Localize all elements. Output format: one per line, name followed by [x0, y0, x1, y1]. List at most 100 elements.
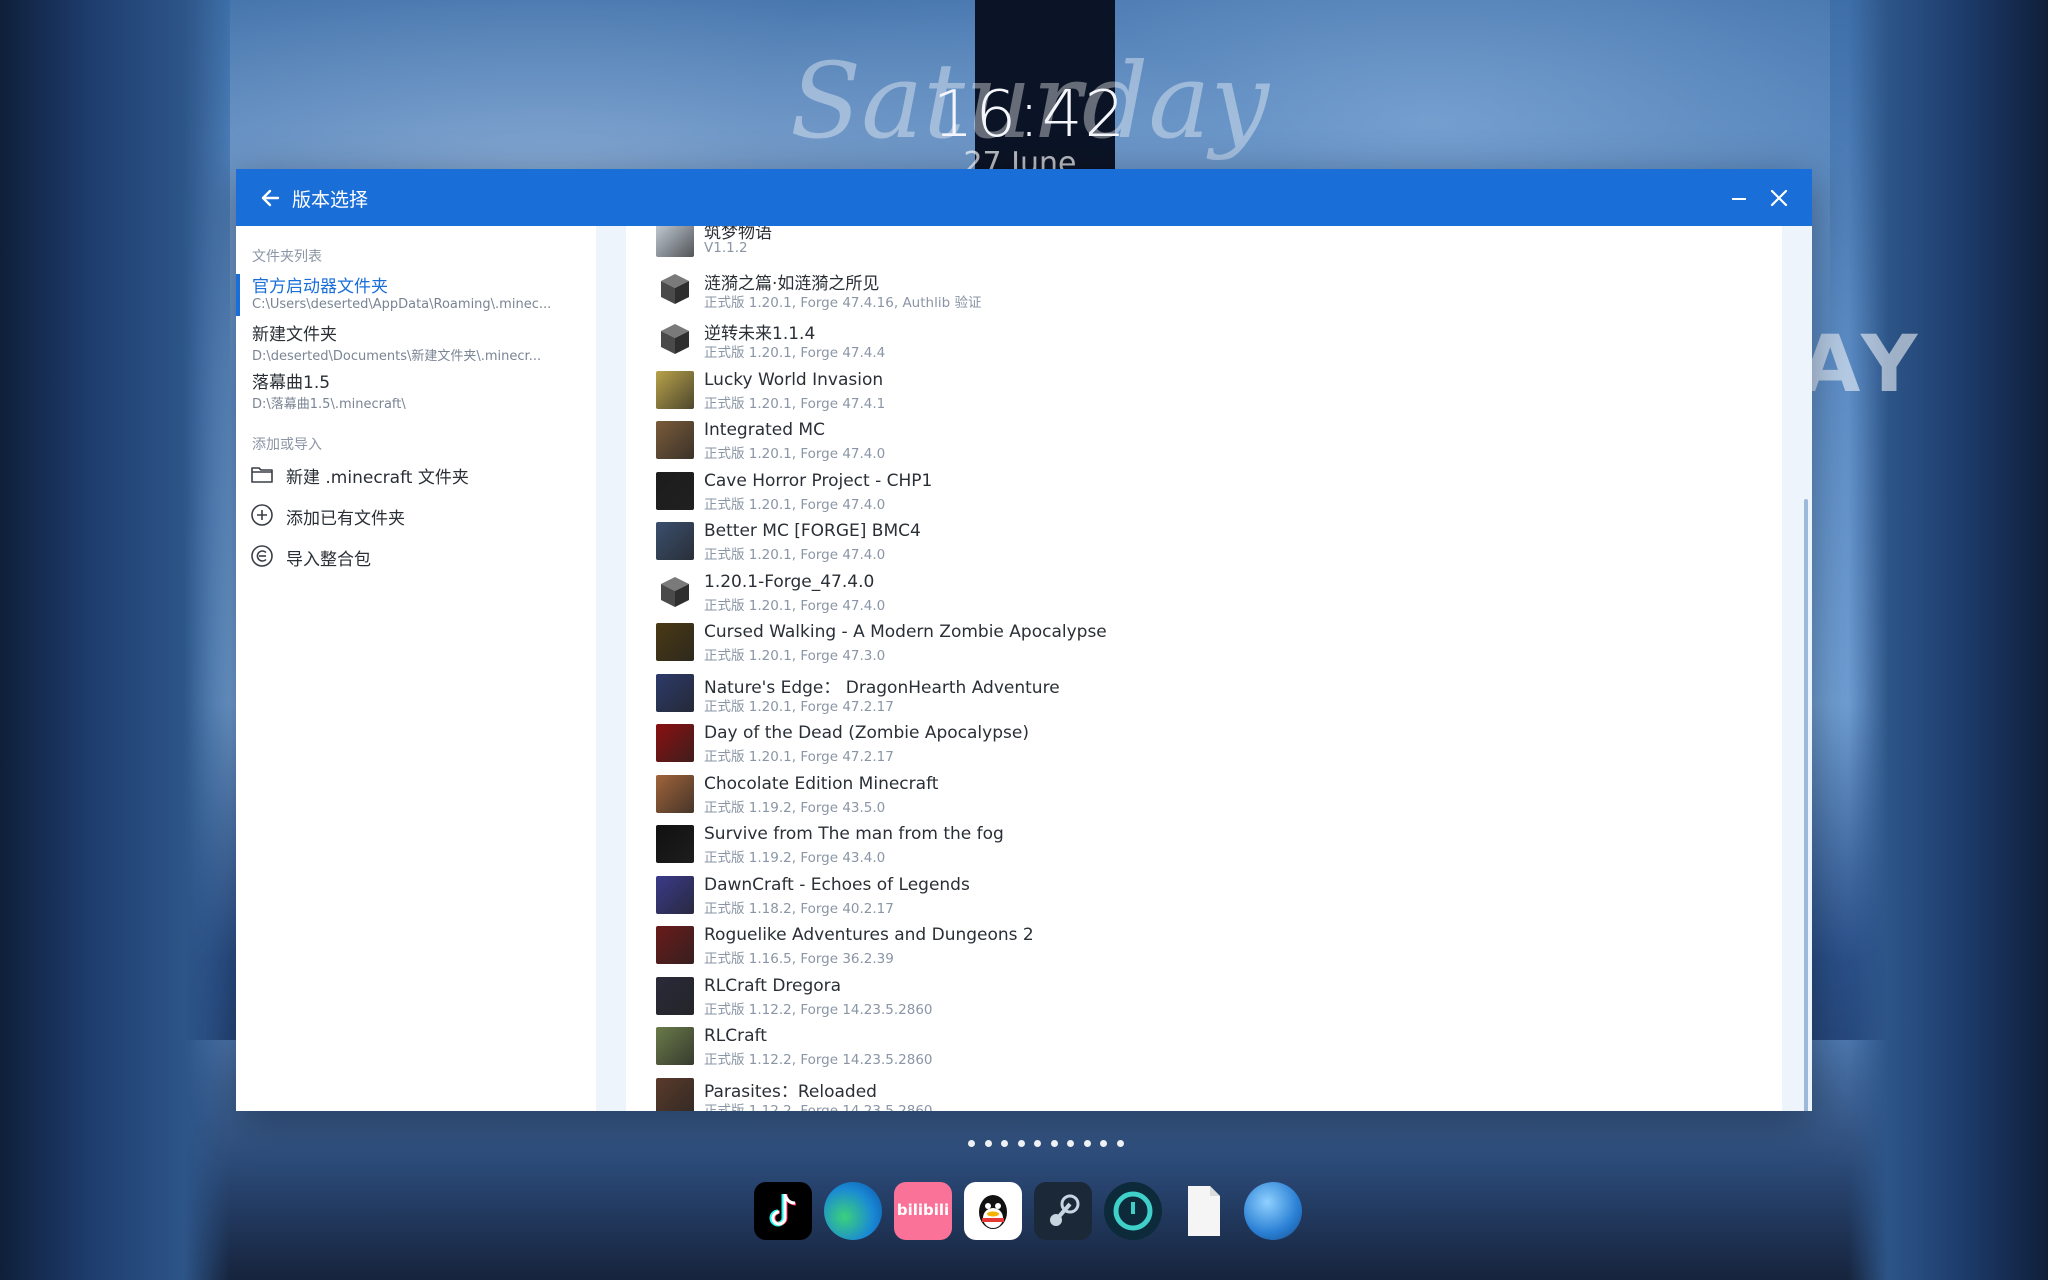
arrow-left-icon	[261, 189, 280, 207]
version-row[interactable]: 涟漪之篇·如涟漪之所见 正式版 1.20.1, Forge 47.4.16, Au…	[656, 265, 1756, 315]
folders-section-label: 文件夹列表	[252, 249, 322, 265]
modpack-thumb-icon	[656, 976, 694, 1015]
version-row[interactable]: RLCraft 正式版 1.12.2, Forge 14.23.5.2860	[656, 1022, 1756, 1072]
add-existing-folder-button[interactable]: 添加已有文件夹	[250, 501, 580, 531]
version-list: 筑梦物语 V1.1.2 涟漪之篇·如涟漪之所见 正式版 1.20.1, Forge 4…	[626, 226, 1782, 1111]
scrollbar[interactable]	[1804, 499, 1808, 1111]
page-dot[interactable]	[968, 1140, 975, 1147]
wallpaper-side-text: AY	[1800, 320, 1926, 410]
version-name: Roguelike Adventures and Dungeons 2	[704, 925, 1034, 945]
modpack-thumb-icon	[656, 673, 694, 712]
ring-app-icon[interactable]	[1104, 1182, 1162, 1240]
modpack-thumb-icon	[656, 623, 694, 661]
version-row[interactable]: 逆转未来1.1.4 正式版 1.20.1, Forge 47.4.4	[656, 315, 1756, 365]
version-row[interactable]: Survive from The man from the fog 正式版 1.1…	[656, 820, 1756, 870]
version-row[interactable]: Better MC [FORGE] BMC4 正式版 1.20.1, Forge …	[656, 517, 1756, 567]
page-dot[interactable]	[1034, 1140, 1042, 1147]
version-details: 正式版 1.12.2, Forge 14.23.5.2860	[704, 1001, 933, 1018]
version-name: RLCraft	[704, 1026, 767, 1046]
version-details: 正式版 1.19.2, Forge 43.4.0	[704, 850, 886, 866]
version-details: 正式版 1.20.1, Forge 47.4.0	[704, 597, 886, 614]
version-row[interactable]: Nature's Edge： DragonHearth Adventure 正式版…	[656, 669, 1756, 719]
forge-block-icon	[656, 320, 694, 358]
version-row[interactable]: Chocolate Edition Minecraft 正式版 1.19.2, F…	[656, 770, 1756, 820]
page-dot[interactable]	[1100, 1140, 1108, 1147]
modpack-thumb-icon	[656, 926, 694, 964]
folder-path: D:\deserted\Documents\新建文件夹\.minecr...	[252, 349, 542, 364]
modpack-thumb-icon	[656, 774, 694, 813]
version-details: 正式版 1.20.1, Forge 47.2.17	[704, 698, 894, 715]
globe-icon[interactable]	[1244, 1182, 1302, 1240]
page-indicator[interactable]	[968, 1140, 1124, 1152]
version-name: Cave Horror Project - CHP1	[704, 470, 933, 491]
modpack-thumb-icon	[656, 370, 694, 409]
forge-block-icon	[656, 270, 694, 308]
version-row[interactable]: Integrated MC 正式版 1.20.1, Forge 47.4.0	[656, 416, 1756, 466]
version-details: 正式版 1.20.1, Forge 47.4.4	[704, 345, 886, 361]
version-row[interactable]: Cursed Walking - A Modern Zombie Apocaly…	[656, 618, 1756, 668]
folder-item-new[interactable]: 新建文件夹 D:\deserted\Documents\新建文件夹\.minec…	[236, 320, 596, 366]
version-row[interactable]: Day of the Dead (Zombie Apocalypse) 正式版 1…	[656, 719, 1756, 769]
version-details: 正式版 1.20.1, Forge 47.4.0	[704, 446, 886, 462]
version-details: 正式版 1.16.5, Forge 36.2.39	[704, 951, 894, 967]
version-name: Cursed Walking - A Modern Zombie Apocaly…	[704, 622, 1107, 642]
page-dot[interactable]	[1017, 1140, 1025, 1147]
version-row[interactable]: DawnCraft - Echoes of Legends 正式版 1.18.2,…	[656, 871, 1756, 921]
version-name: Chocolate Edition Minecraft	[704, 773, 939, 794]
page-dot[interactable]	[1067, 1140, 1075, 1147]
title-bar: 版本选择	[236, 169, 1812, 226]
wallpaper-curtain-right	[1848, 0, 2048, 1280]
version-name: RLCraft Dregora	[704, 975, 842, 996]
page-dot[interactable]	[1001, 1140, 1009, 1147]
version-row[interactable]: 1.20.1-Forge_47.4.0 正式版 1.20.1, Forge 47.…	[656, 568, 1756, 618]
bilibili-icon[interactable]: bilibili	[894, 1182, 952, 1240]
version-row[interactable]: 筑梦物语 V1.1.2	[656, 226, 1756, 264]
selection-indicator	[236, 274, 240, 316]
edge-icon[interactable]	[824, 1182, 882, 1240]
back-button[interactable]	[256, 183, 286, 213]
dock: bilibili	[754, 1182, 1302, 1244]
steam-icon[interactable]	[1034, 1182, 1092, 1240]
version-row[interactable]: Roguelike Adventures and Dungeons 2 正式版 1…	[656, 921, 1756, 971]
action-label: 新建 .minecraft 文件夹	[286, 468, 469, 488]
folder-item-official[interactable]: 官方启动器文件夹 C:\Users\deserted\AppData\Roami…	[236, 272, 596, 318]
page-dot[interactable]	[1083, 1140, 1091, 1147]
modpack-thumb-icon	[656, 522, 694, 560]
modpack-thumb-icon	[656, 421, 694, 459]
version-name: Survive from The man from the fog	[704, 824, 1004, 844]
new-minecraft-folder-button[interactable]: 新建 .minecraft 文件夹	[250, 460, 580, 490]
version-row[interactable]: RLCraft Dregora 正式版 1.12.2, Forge 14.23.5…	[656, 972, 1756, 1022]
version-row[interactable]: Parasites：Reloaded 正式版 1.12.2, Forge 14.2…	[656, 1073, 1756, 1112]
version-details: 正式版 1.12.2, Forge 14.23.5.2860	[704, 1052, 933, 1068]
action-label: 添加已有文件夹	[286, 509, 405, 529]
version-details: 正式版 1.19.2, Forge 43.5.0	[704, 799, 886, 816]
version-name: Better MC [FORGE] BMC4	[704, 521, 921, 541]
modpack-thumb-icon	[656, 1077, 694, 1111]
file-icon[interactable]	[1174, 1182, 1232, 1240]
page-dot[interactable]	[984, 1140, 992, 1147]
version-details: 正式版 1.12.2, Forge 14.23.5.2860	[704, 1102, 933, 1112]
minimize-button[interactable]	[1724, 183, 1754, 213]
import-modpack-button[interactable]: 导入整合包	[250, 542, 580, 572]
minimize-icon	[1732, 198, 1746, 200]
version-row[interactable]: Lucky World Invasion 正式版 1.20.1, Forge 47…	[656, 366, 1756, 416]
folder-name: 落幕曲1.5	[252, 373, 331, 393]
folder-item-luomuqu[interactable]: 落幕曲1.5 D:\落幕曲1.5\.minecraft\	[236, 368, 596, 414]
version-name: Day of the Dead (Zombie Apocalypse)	[704, 723, 1029, 743]
page-dot[interactable]	[1050, 1140, 1058, 1147]
version-name: Integrated MC	[704, 420, 825, 440]
action-label: 导入整合包	[286, 550, 371, 570]
page-dot[interactable]	[1116, 1140, 1124, 1147]
close-button[interactable]	[1764, 183, 1794, 213]
qq-icon[interactable]	[964, 1182, 1022, 1240]
version-select-window: 版本选择 文件夹列表 官方启动器文件夹 C:\Users\deserted\Ap…	[236, 169, 1812, 1111]
tiktok-icon[interactable]	[754, 1182, 812, 1240]
version-details: 正式版 1.18.2, Forge 40.2.17	[704, 900, 894, 917]
version-name: DawnCraft - Echoes of Legends	[704, 874, 970, 895]
modpack-thumb-icon	[656, 875, 694, 914]
version-row[interactable]: Cave Horror Project - CHP1 正式版 1.20.1, Fo…	[656, 467, 1756, 517]
folder-path: D:\落幕曲1.5\.minecraft\	[252, 397, 406, 412]
folder-path: C:\Users\deserted\AppData\Roaming\.minec…	[252, 297, 552, 312]
modpack-thumb-icon	[656, 724, 694, 762]
modpack-thumb-icon	[656, 825, 694, 863]
